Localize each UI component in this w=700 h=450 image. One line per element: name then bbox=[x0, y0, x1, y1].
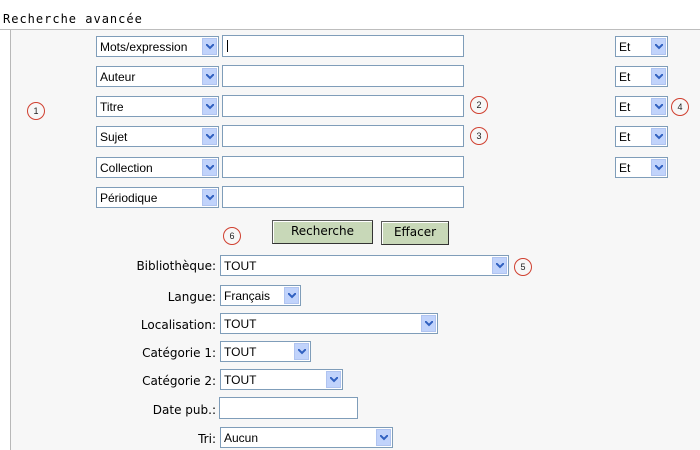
chevron-down-icon[interactable] bbox=[202, 159, 217, 176]
field-select-periodique[interactable]: Périodique bbox=[96, 187, 219, 208]
callout-6: 6 bbox=[223, 227, 241, 245]
field-select-titre[interactable]: Titre bbox=[96, 96, 219, 117]
clear-button[interactable]: Effacer bbox=[381, 221, 449, 245]
chevron-down-icon[interactable] bbox=[202, 38, 217, 55]
operator-value: Et bbox=[619, 40, 631, 54]
chevron-down-icon[interactable] bbox=[651, 68, 666, 85]
operator-value: Et bbox=[619, 70, 631, 84]
page-title: Recherche avancée bbox=[3, 12, 143, 26]
operator-select-4[interactable]: Et bbox=[615, 126, 668, 147]
chevron-down-icon[interactable] bbox=[651, 128, 666, 145]
field-select-value: Collection bbox=[100, 161, 153, 175]
search-term-input-collection[interactable] bbox=[222, 156, 464, 178]
operator-value: Et bbox=[619, 100, 631, 114]
operator-select-5[interactable]: Et bbox=[615, 157, 668, 178]
langue-select[interactable]: Français bbox=[220, 285, 301, 306]
categorie1-select[interactable]: TOUT bbox=[220, 341, 311, 362]
localisation-value: TOUT bbox=[224, 317, 257, 331]
chevron-down-icon[interactable] bbox=[651, 38, 666, 55]
chevron-down-icon[interactable] bbox=[651, 159, 666, 176]
field-select-value: Sujet bbox=[100, 130, 128, 144]
tri-select[interactable]: Aucun bbox=[220, 427, 393, 448]
callout-5: 5 bbox=[514, 258, 532, 276]
langue-label: Langue: bbox=[167, 290, 216, 304]
categorie2-label: Catégorie 2: bbox=[142, 374, 216, 388]
chevron-down-icon[interactable] bbox=[492, 257, 507, 274]
categorie2-value: TOUT bbox=[224, 373, 257, 387]
callout-3: 3 bbox=[470, 127, 488, 145]
localisation-select[interactable]: TOUT bbox=[220, 313, 438, 334]
search-term-input-auteur[interactable] bbox=[222, 65, 464, 87]
categorie1-label: Catégorie 1: bbox=[142, 346, 216, 360]
categorie2-select[interactable]: TOUT bbox=[220, 369, 343, 390]
chevron-down-icon[interactable] bbox=[326, 371, 341, 388]
field-select-value: Auteur bbox=[100, 70, 136, 84]
search-term-input-periodique[interactable] bbox=[222, 186, 464, 208]
chevron-down-icon[interactable] bbox=[202, 189, 217, 206]
chevron-down-icon[interactable] bbox=[376, 429, 391, 446]
field-select-value: Périodique bbox=[100, 191, 158, 205]
datepub-input[interactable] bbox=[219, 397, 358, 419]
field-select-collection[interactable]: Collection bbox=[96, 157, 219, 178]
field-select-mots-expression[interactable]: Mots/expression bbox=[96, 36, 219, 57]
chevron-down-icon[interactable] bbox=[421, 315, 436, 332]
search-term-input-sujet[interactable] bbox=[222, 125, 464, 147]
field-select-value: Mots/expression bbox=[100, 40, 188, 54]
chevron-down-icon[interactable] bbox=[651, 98, 666, 115]
field-select-sujet[interactable]: Sujet bbox=[96, 126, 219, 147]
categorie1-value: TOUT bbox=[224, 345, 257, 359]
title-bar: Recherche avancée bbox=[0, 0, 700, 30]
text-cursor bbox=[227, 40, 228, 52]
bibliotheque-value: TOUT bbox=[224, 259, 257, 273]
chevron-down-icon[interactable] bbox=[294, 343, 309, 360]
chevron-down-icon[interactable] bbox=[202, 128, 217, 145]
callout-4: 4 bbox=[671, 98, 689, 116]
localisation-label: Localisation: bbox=[140, 318, 216, 332]
field-select-value: Titre bbox=[100, 100, 124, 114]
operator-value: Et bbox=[619, 161, 631, 175]
operator-select-1[interactable]: Et bbox=[615, 36, 668, 57]
tri-value: Aucun bbox=[224, 431, 259, 445]
field-select-auteur[interactable]: Auteur bbox=[96, 66, 219, 87]
callout-2: 2 bbox=[470, 96, 488, 114]
operator-select-3[interactable]: Et bbox=[615, 96, 668, 117]
callout-1: 1 bbox=[27, 102, 45, 120]
datepub-label: Date pub.: bbox=[152, 403, 216, 417]
tri-label: Tri: bbox=[198, 432, 216, 446]
bibliotheque-select[interactable]: TOUT bbox=[220, 255, 509, 276]
chevron-down-icon[interactable] bbox=[284, 287, 299, 304]
chevron-down-icon[interactable] bbox=[202, 98, 217, 115]
bibliotheque-label: Bibliothèque: bbox=[136, 259, 216, 273]
langue-value: Français bbox=[224, 289, 271, 303]
operator-value: Et bbox=[619, 130, 631, 144]
chevron-down-icon[interactable] bbox=[202, 68, 217, 85]
search-term-input-titre[interactable] bbox=[222, 95, 464, 117]
operator-select-2[interactable]: Et bbox=[615, 66, 668, 87]
search-term-input-mots-expression[interactable] bbox=[222, 35, 464, 57]
search-button[interactable]: Recherche bbox=[272, 220, 373, 244]
